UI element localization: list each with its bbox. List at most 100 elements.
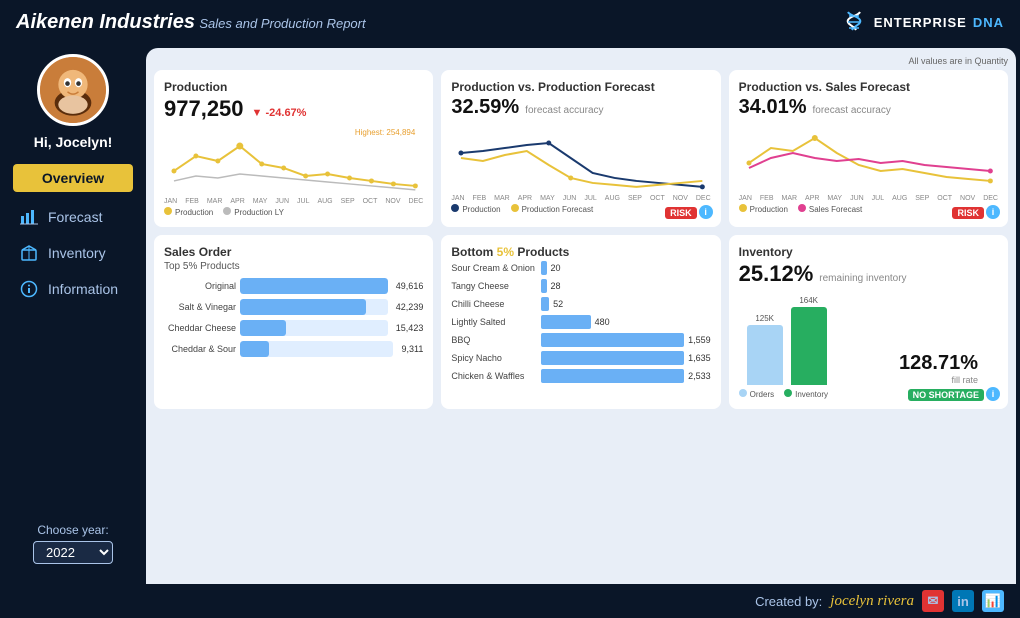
- fill-rate-value: 128.71%: [899, 352, 978, 375]
- bp-row-bbq: BBQ 1,559: [451, 333, 710, 347]
- footer: Created by: jocelyn rivera ✉ in 📊: [0, 584, 1020, 618]
- disclaimer: All values are in Quantity: [154, 56, 1008, 66]
- inventory-label: Inventory: [48, 245, 106, 261]
- bottom-cards-row: Sales Order Top 5% Products Original 49,…: [154, 235, 1008, 409]
- production-change: ▼ -24.67%: [252, 107, 307, 119]
- year-label: Choose year:: [33, 523, 113, 537]
- so-fill-cc: [240, 320, 286, 336]
- production-title: Production: [164, 80, 423, 94]
- so-fill-original: [240, 278, 388, 294]
- main-layout: Hi, Jocelyn! Overview Forecast Inventory…: [0, 44, 1020, 584]
- inv-title: Inventory: [739, 245, 998, 259]
- year-section: Choose year: 2022 2021 2020: [33, 523, 113, 564]
- forecast-label: Forecast: [48, 209, 102, 225]
- bp-row-chc: Chilli Cheese 52: [451, 297, 710, 311]
- so-row-cc: Cheddar Cheese 15,423: [164, 320, 423, 336]
- sidebar: Hi, Jocelyn! Overview Forecast Inventory…: [0, 44, 146, 584]
- sales-order-card: Sales Order Top 5% Products Original 49,…: [154, 235, 433, 409]
- so-row-original: Original 49,616: [164, 278, 423, 294]
- greeting: Hi, Jocelyn!: [34, 134, 113, 150]
- pvf-info-icon[interactable]: i: [699, 205, 713, 219]
- inv-sub: remaining inventory: [819, 273, 906, 284]
- year-select[interactable]: 2022 2021 2020: [33, 541, 113, 564]
- so-track-cc: [240, 320, 388, 336]
- sidebar-item-inventory[interactable]: Inventory: [18, 242, 128, 264]
- chart-icon: [18, 206, 40, 228]
- report-subtitle: Sales and Production Report: [199, 16, 365, 31]
- bottom-products-card: Bottom 5% Products Sour Cream & Onion 20…: [441, 235, 720, 409]
- pvf-sub: forecast accuracy: [525, 105, 603, 116]
- so-row-sv: Salt & Vinegar 42,239: [164, 299, 423, 315]
- header: Aikenen Industries Sales and Production …: [0, 0, 1020, 44]
- bp-row-ls: Lightly Salted 480: [451, 315, 710, 329]
- so-label-cc: Cheddar Cheese: [164, 323, 236, 333]
- pvf-chart: [451, 123, 710, 193]
- sidebar-item-forecast[interactable]: Forecast: [18, 206, 128, 228]
- info-circle-icon: [18, 278, 40, 300]
- linkedin-icon[interactable]: in: [952, 590, 974, 612]
- avatar: [37, 54, 109, 126]
- inv-bar-inventory: [791, 307, 827, 385]
- logo-enterprise: ENTERPRISE: [874, 15, 967, 30]
- brand-title: Aikenen Industries Sales and Production …: [16, 11, 366, 34]
- fill-rate-label: fill rate: [899, 375, 978, 385]
- top-cards-row: Production 977,250 ▼ -24.67% Highest: 25…: [154, 70, 1008, 227]
- bp-rows: Sour Cream & Onion 20 Tangy Cheese 28 Ch…: [451, 261, 710, 383]
- inv-value: 25.12%: [739, 261, 814, 287]
- pvs-info-icon[interactable]: i: [986, 205, 1000, 219]
- logo-dna: DNA: [973, 15, 1004, 30]
- bp-title: Bottom 5% Products: [451, 245, 710, 259]
- prod-vs-sales-card: Production vs. Sales Forecast 34.01% for…: [729, 70, 1008, 227]
- production-value: 977,250: [164, 96, 244, 122]
- so-val-cc: 15,423: [396, 323, 424, 333]
- brand-name: Aikenen Industries: [16, 11, 195, 33]
- so-track-cs: [240, 341, 393, 357]
- so-track-sv: [240, 299, 388, 315]
- pvf-value: 32.59%: [451, 96, 519, 119]
- so-label-cs: Cheddar & Sour: [164, 344, 236, 354]
- so-title: Sales Order: [164, 245, 423, 259]
- pvs-sub: forecast accuracy: [813, 105, 891, 116]
- inv-bar-orders: [747, 325, 783, 385]
- no-shortage-badge: NO SHORTAGE: [908, 389, 984, 401]
- email-icon[interactable]: ✉: [922, 590, 944, 612]
- production-legend: Production Production LY: [164, 207, 423, 217]
- so-fill-sv: [240, 299, 366, 315]
- logo: ENTERPRISE DNA: [840, 8, 1004, 36]
- bp-row-sn: Spicy Nacho 1,635: [451, 351, 710, 365]
- pvs-value: 34.01%: [739, 96, 807, 119]
- so-label-sv: Salt & Vinegar: [164, 302, 236, 312]
- inv-bar-inventory-label: 164K: [799, 296, 818, 305]
- so-row-cs: Cheddar & Sour 9,311: [164, 341, 423, 357]
- pvf-risk: RISK: [665, 207, 697, 219]
- highest-label: Highest: 254,894: [355, 128, 416, 137]
- inv-info-icon[interactable]: i: [986, 387, 1000, 401]
- sidebar-item-information[interactable]: Information: [18, 278, 128, 300]
- pvs-months: JANFEBMARAPRMAYJUNJULAUGSEPOCTNOVDEC: [739, 195, 998, 202]
- so-subtitle: Top 5% Products: [164, 261, 423, 272]
- production-chart: Highest: 254,894: [164, 126, 423, 196]
- main-content: All values are in Quantity Production 97…: [146, 48, 1016, 584]
- box-icon: [18, 242, 40, 264]
- production-card: Production 977,250 ▼ -24.67% Highest: 25…: [154, 70, 433, 227]
- creator-name: jocelyn rivera: [830, 593, 914, 610]
- pvs-chart: [739, 123, 998, 193]
- dna-icon: [840, 8, 868, 36]
- pvs-risk: RISK: [952, 207, 984, 219]
- pvs-title: Production vs. Sales Forecast: [739, 80, 998, 94]
- bp-row-cw: Chicken & Waffles 2,533: [451, 369, 710, 383]
- so-val-cs: 9,311: [401, 344, 423, 354]
- footer-credit: Created by:: [755, 594, 822, 609]
- inv-bar-orders-label: 125K: [755, 314, 774, 323]
- so-track-original: [240, 278, 388, 294]
- prod-vs-forecast-card: Production vs. Production Forecast 32.59…: [441, 70, 720, 227]
- so-fill-cs: [240, 341, 269, 357]
- nav-overview[interactable]: Overview: [13, 164, 133, 192]
- so-label-original: Original: [164, 281, 236, 291]
- bp-row-sco: Sour Cream & Onion 20: [451, 261, 710, 275]
- so-val-original: 49,616: [396, 281, 424, 291]
- chart-footer-icon[interactable]: 📊: [982, 590, 1004, 612]
- so-val-sv: 42,239: [396, 302, 424, 312]
- production-months: JANFEBMARAPRMAYJUNJULAUGSEPOCTNOVDEC: [164, 198, 423, 205]
- inventory-card: Inventory 25.12% remaining inventory 125…: [729, 235, 1008, 409]
